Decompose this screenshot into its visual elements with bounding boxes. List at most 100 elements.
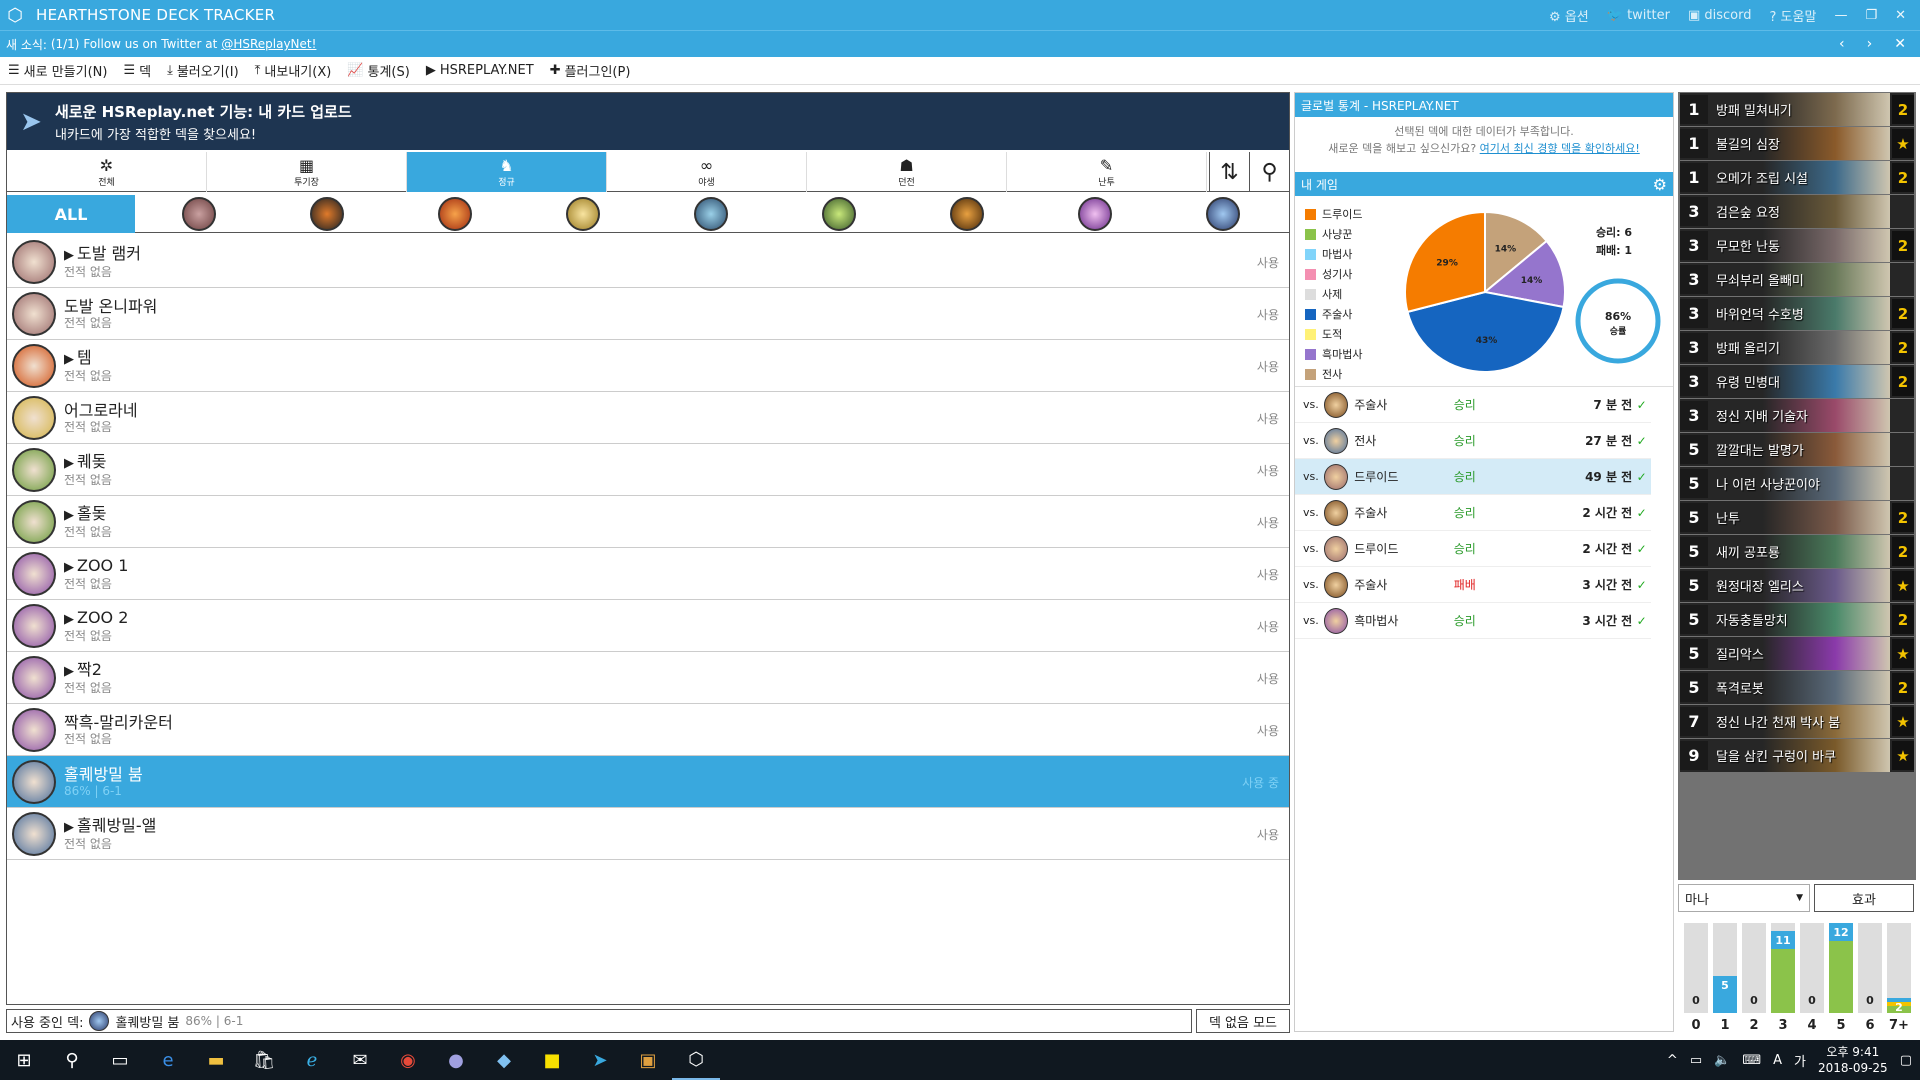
search-icon[interactable]: ⚲ bbox=[48, 1040, 96, 1080]
deck-use-button[interactable]: 사용 bbox=[1257, 462, 1279, 479]
keyboard-icon[interactable]: ⌨ bbox=[1742, 1053, 1761, 1068]
twitter-button[interactable]: 🐦 twitter bbox=[1607, 8, 1670, 23]
hsreplay-banner[interactable]: ➤ 새로운 HSReplay.net 기능: 내 카드 업로드 내카드에 가장 … bbox=[7, 93, 1289, 150]
menu-export[interactable]: ⤒ 내보내기(X) bbox=[247, 61, 340, 80]
hearthstone-icon[interactable]: ▣ bbox=[624, 1040, 672, 1080]
game-row[interactable]: vs. 드루이드 승리 49 분 전 ✓ bbox=[1295, 459, 1651, 495]
tab-all-modes[interactable]: ✲ 전체 bbox=[7, 152, 207, 192]
class-tab-warlock[interactable] bbox=[1031, 195, 1159, 233]
options-button[interactable]: ⚙ 옵션 bbox=[1549, 6, 1589, 25]
search-button[interactable]: ⚲ bbox=[1249, 152, 1289, 192]
active-deck-bar[interactable]: 사용 중인 덱: 홀퀘방밀 붐 86% | 6-1 bbox=[6, 1009, 1192, 1033]
windows-start-icon[interactable]: ⊞ bbox=[0, 1040, 48, 1080]
deck-use-button[interactable]: 사용 bbox=[1257, 358, 1279, 375]
deck-card-tile[interactable]: 1 오메가 조립 시설 2 bbox=[1680, 161, 1914, 194]
clock[interactable]: 오후 9:41 2018-09-25 bbox=[1818, 1044, 1888, 1076]
mail-icon[interactable]: ✉ bbox=[336, 1040, 384, 1080]
class-tab-mage[interactable] bbox=[391, 195, 519, 233]
tab-dungeon[interactable]: ☗ 던전 bbox=[807, 152, 1007, 192]
deck-use-button[interactable]: 사용 bbox=[1257, 566, 1279, 583]
deck-card-tile[interactable]: 5 원정대장 엘리스 ★ bbox=[1680, 569, 1914, 602]
news-close-icon[interactable]: ✕ bbox=[1894, 36, 1906, 52]
deck-use-button[interactable]: 사용 bbox=[1257, 306, 1279, 323]
tab-arena[interactable]: ▦ 투기장 bbox=[207, 152, 407, 192]
close-button[interactable]: ✕ bbox=[1895, 8, 1906, 23]
deck-row[interactable]: ▶ 홀퀘방밀-앨 전적 없음 사용 bbox=[7, 808, 1289, 860]
deck-use-button[interactable]: 사용 bbox=[1257, 670, 1279, 687]
deck-row[interactable]: ▶ 도발 램커 전적 없음 사용 bbox=[7, 236, 1289, 288]
class-tab-shaman[interactable] bbox=[903, 195, 1031, 233]
deck-card-tile[interactable]: 3 검은숲 요정 bbox=[1680, 195, 1914, 228]
menu-plugins[interactable]: ✚ 플러그인(P) bbox=[542, 61, 639, 80]
game-row[interactable]: vs. 드루이드 승리 2 시간 전 ✓ bbox=[1295, 531, 1651, 567]
network-icon[interactable]: ▭ bbox=[1690, 1053, 1702, 1068]
deck-row[interactable]: 어그로라네 전적 없음 사용 bbox=[7, 392, 1289, 444]
deck-card-tile[interactable]: 3 방패 올리기 2 bbox=[1680, 331, 1914, 364]
class-tab-priest[interactable] bbox=[647, 195, 775, 233]
tab-brawl[interactable]: ✎ 난투 bbox=[1007, 152, 1207, 192]
trending-decks-link[interactable]: 여기서 최신 경향 덱을 확인하세요! bbox=[1480, 142, 1640, 155]
deck-row[interactable]: ▶ 짝2 전적 없음 사용 bbox=[7, 652, 1289, 704]
deck-card-tile[interactable]: 5 새끼 공포룡 2 bbox=[1680, 535, 1914, 568]
file-explorer-icon[interactable]: ▬ bbox=[192, 1040, 240, 1080]
chrome-icon[interactable]: ◉ bbox=[384, 1040, 432, 1080]
menu-deck[interactable]: ☰ 덱 bbox=[115, 61, 159, 80]
deck-row[interactable]: ▶ ZOO 1 전적 없음 사용 bbox=[7, 548, 1289, 600]
maximize-button[interactable]: ❐ bbox=[1865, 8, 1877, 23]
deck-tracker-taskbar-icon[interactable]: ⬡ bbox=[672, 1040, 720, 1080]
discord-button[interactable]: ▣ discord bbox=[1688, 8, 1752, 23]
tray-chevron-icon[interactable]: ^ bbox=[1667, 1053, 1678, 1068]
class-tab-paladin[interactable] bbox=[519, 195, 647, 233]
news-link[interactable]: @HSReplayNet! bbox=[221, 37, 316, 51]
deck-row[interactable]: ▶ 템 전적 없음 사용 bbox=[7, 340, 1289, 392]
deck-card-tile[interactable]: 5 질리악스 ★ bbox=[1680, 637, 1914, 670]
deck-card-tile[interactable]: 1 방패 밀쳐내기 2 bbox=[1680, 93, 1914, 126]
store-icon[interactable]: 🛍 bbox=[240, 1040, 288, 1080]
ime-mode-icon[interactable]: 가 bbox=[1794, 1051, 1806, 1070]
class-tab-hunter[interactable] bbox=[263, 195, 391, 233]
deck-use-button[interactable]: 사용 bbox=[1257, 514, 1279, 531]
deck-row[interactable]: 홀퀘방밀 붐 86% | 6-1 사용 중 bbox=[7, 756, 1289, 808]
curve-type-select[interactable]: 마나 ▼ bbox=[1678, 884, 1810, 912]
volume-icon[interactable]: 🔈 bbox=[1714, 1053, 1730, 1068]
ime-icon[interactable]: A bbox=[1773, 1053, 1782, 1068]
sort-button[interactable]: ⇅ bbox=[1209, 152, 1249, 192]
menu-stats[interactable]: 📈 통계(S) bbox=[339, 61, 418, 80]
deck-card-tile[interactable]: 3 무모한 난동 2 bbox=[1680, 229, 1914, 262]
deck-row[interactable]: ▶ 퀘돚 전적 없음 사용 bbox=[7, 444, 1289, 496]
minimize-button[interactable]: — bbox=[1834, 8, 1847, 23]
deck-card-tile[interactable]: 5 나 이런 사냥꾼이야 bbox=[1680, 467, 1914, 500]
deck-card-tile[interactable]: 3 무쇠부리 올빼미 bbox=[1680, 263, 1914, 296]
effect-button[interactable]: 효과 bbox=[1814, 884, 1914, 912]
deck-use-button[interactable]: 사용 bbox=[1257, 618, 1279, 635]
deck-use-button[interactable]: 사용 bbox=[1257, 722, 1279, 739]
class-tab-warrior[interactable] bbox=[1159, 195, 1287, 233]
tab-standard[interactable]: ♞ 정규 bbox=[407, 152, 607, 192]
hsreplay-taskbar-icon[interactable]: ➤ bbox=[576, 1040, 624, 1080]
game-row[interactable]: vs. 전사 승리 27 분 전 ✓ bbox=[1295, 423, 1651, 459]
game-row[interactable]: vs. 흑마법사 승리 3 시간 전 ✓ bbox=[1295, 603, 1651, 639]
app-blue-icon[interactable]: ◆ bbox=[480, 1040, 528, 1080]
notification-icon[interactable]: ▢ bbox=[1900, 1053, 1912, 1068]
gear-icon[interactable]: ⚙ bbox=[1653, 175, 1667, 194]
deck-card-tile[interactable]: 5 폭격로봇 2 bbox=[1680, 671, 1914, 704]
deck-card-tile[interactable]: 9 달을 삼킨 구렁이 바쿠 ★ bbox=[1680, 739, 1914, 772]
deck-use-button[interactable]: 사용 bbox=[1257, 410, 1279, 427]
deck-card-tile[interactable]: 5 난투 2 bbox=[1680, 501, 1914, 534]
task-view-icon[interactable]: ▭ bbox=[96, 1040, 144, 1080]
tab-wild[interactable]: ∞ 야생 bbox=[607, 152, 807, 192]
deck-card-tile[interactable]: 3 바위언덕 수호병 2 bbox=[1680, 297, 1914, 330]
class-tab-druid[interactable] bbox=[135, 195, 263, 233]
deck-use-button[interactable]: 사용 bbox=[1257, 254, 1279, 271]
edge-browser-icon[interactable]: e bbox=[144, 1040, 192, 1080]
deck-card-tile[interactable]: 3 정신 지배 기술자 bbox=[1680, 399, 1914, 432]
deck-card-tile[interactable]: 7 정신 나간 천재 박사 붐 ★ bbox=[1680, 705, 1914, 738]
class-tab-rogue[interactable] bbox=[775, 195, 903, 233]
deck-use-button[interactable]: 사용 중 bbox=[1242, 774, 1279, 791]
deck-use-button[interactable]: 사용 bbox=[1257, 826, 1279, 843]
deck-card-tile[interactable]: 5 깔깔대는 발명가 bbox=[1680, 433, 1914, 466]
kakaotalk-icon[interactable]: ■ bbox=[528, 1040, 576, 1080]
deck-card-tile[interactable]: 1 불길의 심장 ★ bbox=[1680, 127, 1914, 160]
menu-import[interactable]: ⤓ 불러오기(I) bbox=[159, 61, 247, 80]
deck-card-tile[interactable]: 5 자동충돌망치 2 bbox=[1680, 603, 1914, 636]
